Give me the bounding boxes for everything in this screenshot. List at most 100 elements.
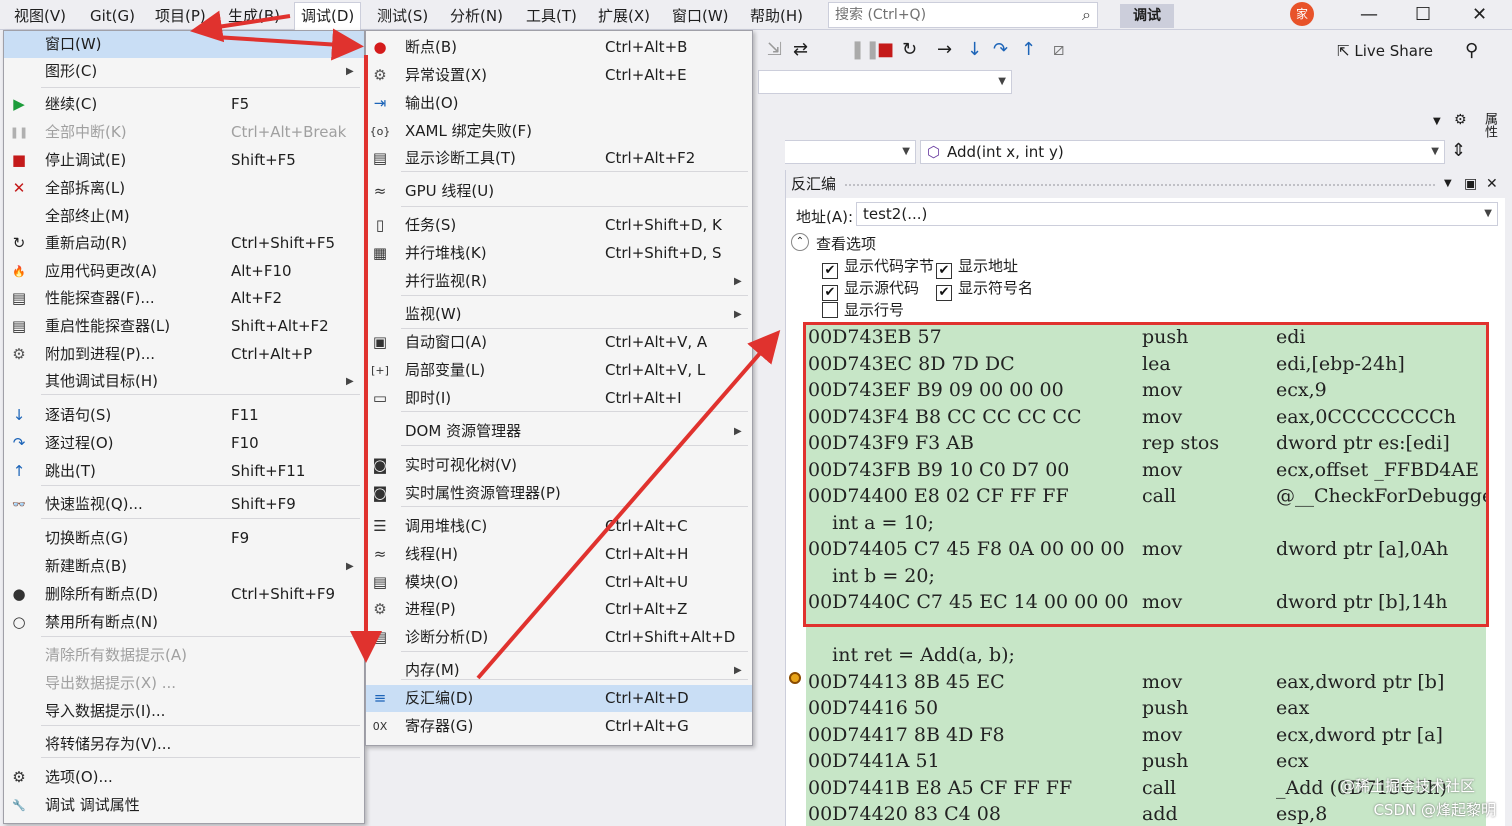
menu-item[interactable]: ≈ 线程(H) Ctrl+Alt+H [366, 541, 752, 568]
show-next-icon[interactable]: → [937, 39, 952, 60]
menu-item[interactable]: 全部终止(M) [4, 203, 364, 230]
menu-item[interactable]: 0X 寄存器(G) Ctrl+Alt+G [366, 713, 752, 740]
split-icon[interactable]: ⇕ [1451, 140, 1466, 161]
menu-item[interactable]: ⚙ 进程(P) Ctrl+Alt+Z [366, 596, 752, 623]
side-tab[interactable]: 属性 [1480, 112, 1499, 138]
menu-item[interactable]: ▣ 自动窗口(A) Ctrl+Alt+V, A [366, 329, 752, 356]
menu-item-icon: ≡ [373, 689, 387, 707]
menu-item[interactable]: ⚙ 选项(O)... [4, 764, 364, 791]
menu-item[interactable]: 其他调试目标(H) ▶ [4, 368, 364, 395]
menu-item[interactable]: ■ 停止调试(E) Shift+F5 [4, 147, 364, 174]
menu-item[interactable]: ▭ 即时(I) Ctrl+Alt+I [366, 385, 752, 412]
menu-item[interactable]: ○ 禁用所有断点(N) [4, 609, 364, 636]
function-combo[interactable]: ⬡ Add(int x, int y) ▼ [920, 140, 1445, 164]
menu-item[interactable]: 图形(C) ▶ [4, 58, 364, 85]
menu-item[interactable]: ≡ 反汇编(D) Ctrl+Alt+D [366, 685, 752, 712]
collapse-icon[interactable]: ⌃ [791, 233, 809, 251]
restart-icon[interactable]: ↻ [902, 39, 917, 60]
show-code-bytes-checkbox[interactable]: ✔ 显示代码字节 [822, 255, 934, 279]
gear-icon[interactable]: ⚙ [1454, 112, 1467, 128]
show-symbols-checkbox[interactable]: ✔ 显示符号名 [936, 277, 1033, 301]
menu-item[interactable]: ↑ 跳出(T) Shift+F11 [4, 458, 364, 485]
menu-build[interactable]: 生成(B) [228, 5, 280, 27]
maximize-icon[interactable]: ▣ [1464, 170, 1477, 198]
close-icon[interactable]: ✕ [1472, 4, 1487, 25]
menu-item[interactable]: [+] 局部变量(L) Ctrl+Alt+V, L [366, 357, 752, 384]
menu-item[interactable]: ▤ 性能探查器(F)... Alt+F2 [4, 285, 364, 312]
show-source-checkbox[interactable]: ✔ 显示源代码 [822, 277, 919, 301]
menu-item[interactable]: 监视(W) ▶ [366, 301, 752, 328]
step-into-icon[interactable]: ↓ [967, 39, 982, 60]
stop-icon[interactable]: ■ [877, 39, 894, 60]
menu-item[interactable]: ▤ 重启性能探查器(L) Shift+Alt+F2 [4, 313, 364, 340]
menu-debug[interactable]: 调试(D) [294, 2, 362, 30]
menu-item[interactable]: 清除所有数据提示(A) [4, 642, 364, 669]
menu-item[interactable]: 🔥 应用代码更改(A) Alt+F10 [4, 258, 364, 285]
chevron-down-icon[interactable]: ▼ [1433, 116, 1441, 127]
step-icon[interactable]: ⇲ [767, 39, 782, 60]
hot-reload-icon[interactable]: ⇄ [793, 39, 808, 60]
step-over-icon[interactable]: ↷ [993, 39, 1008, 60]
maximize-icon[interactable]: ☐ [1415, 4, 1431, 25]
menu-item[interactable]: DOM 资源管理器 ▶ [366, 418, 752, 445]
menu-item[interactable]: ● 断点(B) Ctrl+Alt+B [366, 34, 752, 61]
checkbox-label: 显示行号 [844, 301, 905, 319]
close-icon[interactable]: ✕ [1486, 170, 1498, 198]
menu-view[interactable]: 视图(V) [14, 5, 66, 27]
menu-extensions[interactable]: 扩展(X) [598, 5, 650, 27]
menu-item[interactable]: ❚❚ 全部中断(K) Ctrl+Alt+Break [4, 119, 364, 146]
menu-item[interactable]: ⚙ 异常设置(X) Ctrl+Alt+E [366, 62, 752, 89]
menu-item[interactable]: 并行监视(R) ▶ [366, 268, 752, 295]
menu-item[interactable]: ↻ 重新启动(R) Ctrl+Shift+F5 [4, 230, 364, 257]
menu-item[interactable]: 导出数据提示(X) ... [4, 670, 364, 697]
avatar[interactable]: 家 [1290, 2, 1314, 26]
show-line-numbers-checkbox[interactable]: 显示行号 [822, 299, 904, 320]
menu-item[interactable]: ✕ 全部拆离(L) [4, 175, 364, 202]
breakpoint-icon[interactable] [789, 672, 801, 684]
menu-window[interactable]: 窗口(W) [672, 5, 729, 27]
live-share-button[interactable]: ⇱ Live Share [1337, 42, 1433, 60]
menu-item[interactable]: 导入数据提示(I)... [4, 698, 364, 725]
menu-item[interactable]: 切换断点(G) F9 [4, 525, 364, 552]
menu-item-label: 选项(O)... [45, 768, 113, 786]
menu-item[interactable]: ▤ 模块(O) Ctrl+Alt+U [366, 569, 752, 596]
feedback-icon[interactable]: ⚲ [1465, 40, 1478, 61]
menu-item[interactable]: ☰ 调用堆栈(C) Ctrl+Alt+C [366, 513, 752, 540]
show-address-checkbox[interactable]: ✔ 显示地址 [936, 255, 1018, 279]
hex-icon[interactable]: ⧄ [1053, 39, 1064, 60]
menu-tools[interactable]: 工具(T) [526, 5, 577, 27]
menu-item[interactable]: ⇥ 输出(O) [366, 90, 752, 117]
menu-item[interactable]: 👓 快速监视(Q)... Shift+F9 [4, 491, 364, 518]
menu-item[interactable]: ▤ 显示诊断工具(T) Ctrl+Alt+F2 [366, 145, 752, 172]
menu-git[interactable]: Git(G) [90, 5, 135, 27]
menu-item[interactable]: ▶ 继续(C) F5 [4, 91, 364, 118]
pause-icon[interactable]: ❚❚ [850, 39, 880, 60]
menu-item[interactable]: 将转储另存为(V)... [4, 731, 364, 758]
menu-item[interactable]: ▦ 并行堆栈(K) Ctrl+Shift+D, S [366, 240, 752, 267]
search-input[interactable]: 搜索 (Ctrl+Q) ⌕ [828, 2, 1098, 28]
menu-item[interactable]: 🔧 调试 调试属性 [4, 792, 364, 819]
address-input[interactable]: test2(...) ▼ [856, 202, 1498, 226]
menu-item[interactable]: ▯ 任务(S) Ctrl+Shift+D, K [366, 212, 752, 239]
menu-item[interactable]: ◙ 实时可视化树(V) [366, 452, 752, 479]
menu-analyze[interactable]: 分析(N) [450, 5, 503, 27]
menu-item[interactable]: ⚙ 附加到进程(P)... Ctrl+Alt+P [4, 341, 364, 368]
menu-item[interactable]: ↓ 逐语句(S) F11 [4, 402, 364, 429]
menu-item[interactable]: ▤ 诊断分析(D) Ctrl+Shift+Alt+D [366, 624, 752, 651]
menu-item[interactable]: ● 删除所有断点(D) Ctrl+Shift+F9 [4, 581, 364, 608]
chevron-down-icon[interactable]: ▼ [1444, 170, 1452, 198]
menu-item[interactable]: ↷ 逐过程(O) F10 [4, 430, 364, 457]
menu-item[interactable]: ≈ GPU 线程(U) [366, 178, 752, 205]
menu-project[interactable]: 项目(P) [155, 5, 206, 27]
menu-item[interactable]: ◙ 实时属性资源管理器(P) [366, 480, 752, 507]
menu-item[interactable]: 新建断点(B) ▶ [4, 553, 364, 580]
menu-test[interactable]: 测试(S) [377, 5, 428, 27]
minimize-icon[interactable]: — [1360, 4, 1378, 25]
thread-combo[interactable]: ▼ [758, 70, 1012, 94]
menu-item[interactable]: {o} XAML 绑定失败(F) [366, 118, 752, 145]
step-out-icon[interactable]: ↑ [1021, 39, 1036, 60]
menu-item[interactable]: 窗口(W) [4, 31, 364, 58]
menu-item-icon: ☰ [373, 517, 387, 535]
watermark-csdn: CSDN @烽起黎明 [1373, 801, 1496, 819]
menu-help[interactable]: 帮助(H) [750, 5, 803, 27]
